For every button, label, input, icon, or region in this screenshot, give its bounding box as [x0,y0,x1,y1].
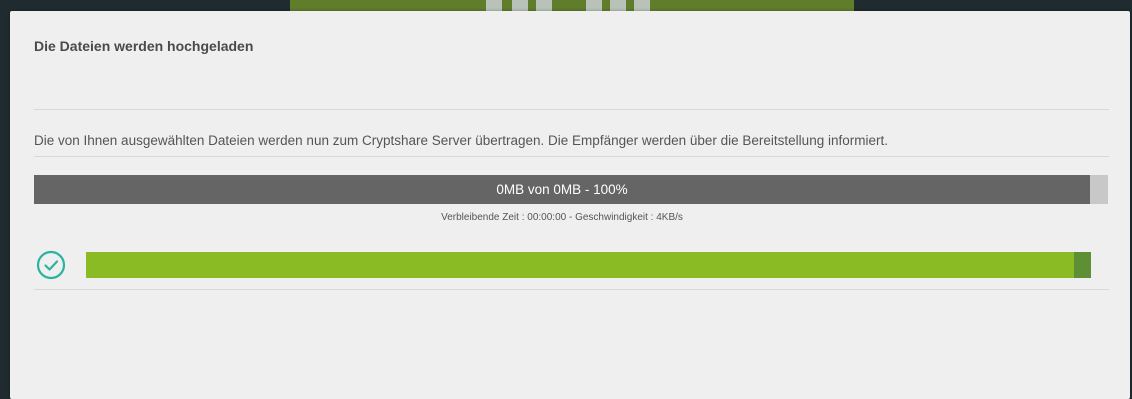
file-progress-fill [86,252,1074,278]
divider [34,289,1109,290]
total-progress-bar: 0MB von 0MB - 100% [34,175,1108,204]
dialog-title: Die Dateien werden hochgeladen [34,38,254,54]
total-progress-label: 0MB von 0MB - 100% [496,182,628,197]
file-progress-bar [86,252,1091,278]
transfer-stats: Verbleibende Zeit : 00:00:00 - Geschwind… [441,212,683,223]
upload-info-text: Die von Ihnen ausgewählten Dateien werde… [34,133,888,148]
divider [34,109,1109,110]
check-circle-icon [36,250,66,280]
upload-dialog: Die Dateien werden hochgeladen Die von I… [10,11,1130,399]
divider [34,156,1109,157]
page-left-edge [0,11,10,399]
